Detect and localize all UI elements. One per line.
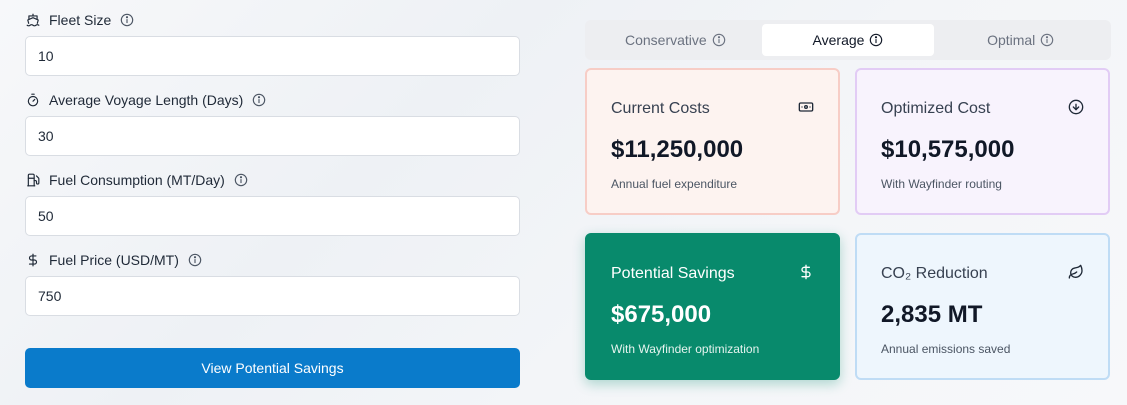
info-icon[interactable] [252, 93, 266, 107]
info-icon[interactable] [188, 253, 202, 267]
card-value: $675,000 [611, 301, 712, 328]
card-subtitle: Annual emissions saved [881, 342, 1011, 356]
card-subtitle: Annual fuel expenditure [611, 177, 738, 191]
tab-label: Average [812, 32, 865, 48]
potential-savings-card: Potential Savings $675,000 With Wayfinde… [585, 233, 840, 380]
tab-optimal[interactable]: Optimal [934, 24, 1107, 56]
info-icon[interactable] [120, 13, 134, 27]
card-title: Current Costs [611, 100, 710, 117]
scenario-tabs: Conservative Average Optimal [585, 20, 1111, 60]
fuel-price-label-row: Fuel Price (USD/MT) [25, 250, 520, 270]
fuel-consumption-field: Fuel Consumption (MT/Day) [25, 170, 520, 190]
card-value: $11,250,000 [611, 136, 744, 163]
card-subtitle: With Wayfinder optimization [611, 342, 760, 356]
voyage-length-field: Average Voyage Length (Days) [25, 90, 520, 110]
savings-calculator: Fleet Size Average Voyage Length (Days) [0, 0, 1127, 405]
timer-icon [25, 92, 41, 108]
co2-reduction-card: CO₂ Reduction 2,835 MT Annual emissions … [855, 233, 1110, 380]
tab-label: Optimal [987, 32, 1036, 48]
info-icon[interactable] [234, 173, 248, 187]
fleet-size-input[interactable] [25, 36, 520, 76]
view-potential-savings-button[interactable]: View Potential Savings [25, 348, 520, 388]
card-value: 2,835 MT [881, 301, 983, 328]
arrow-down-circle-icon [1068, 99, 1084, 115]
voyage-length-input[interactable] [25, 116, 520, 156]
dollar-icon [25, 252, 41, 268]
fuel-consumption-label: Fuel Consumption (MT/Day) [49, 172, 225, 188]
card-title: Potential Savings [611, 265, 735, 282]
voyage-length-label: Average Voyage Length (Days) [49, 92, 244, 108]
fuel-price-field: Fuel Price (USD/MT) [25, 250, 520, 270]
current-costs-card: Current Costs $11,250,000 Annual fuel ex… [585, 68, 840, 215]
card-title: Optimized Cost [881, 100, 991, 117]
tab-conservative[interactable]: Conservative [589, 24, 762, 56]
tab-average[interactable]: Average [761, 24, 935, 56]
fuel-price-label: Fuel Price (USD/MT) [49, 252, 179, 268]
banknote-icon [798, 99, 814, 115]
card-title: CO₂ Reduction [881, 265, 988, 282]
info-icon[interactable] [1040, 33, 1054, 47]
leaf-icon [1068, 264, 1084, 280]
info-icon[interactable] [869, 33, 883, 47]
optimized-cost-card: Optimized Cost $10,575,000 With Wayfinde… [855, 68, 1110, 215]
card-value: $10,575,000 [881, 136, 1015, 163]
ship-icon [25, 12, 41, 28]
fleet-size-field: Fleet Size [25, 10, 520, 30]
info-icon[interactable] [712, 33, 726, 47]
dollar-icon [798, 264, 814, 280]
voyage-length-label-row: Average Voyage Length (Days) [25, 90, 520, 110]
fuel-price-input[interactable] [25, 276, 520, 316]
fleet-size-label: Fleet Size [49, 12, 112, 28]
card-subtitle: With Wayfinder routing [881, 177, 1002, 191]
tab-label: Conservative [624, 32, 707, 48]
fuel-consumption-label-row: Fuel Consumption (MT/Day) [25, 170, 520, 190]
fuel-icon [25, 172, 41, 188]
fleet-size-label-row: Fleet Size [25, 10, 520, 30]
fuel-consumption-input[interactable] [25, 196, 520, 236]
